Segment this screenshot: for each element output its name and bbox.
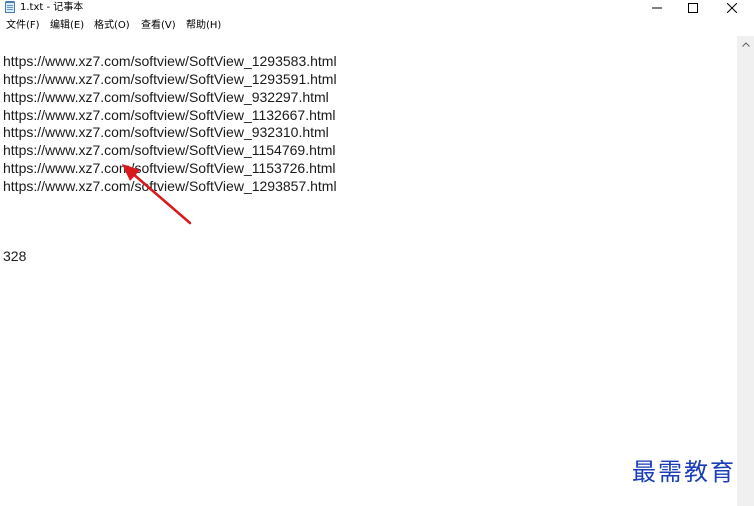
close-icon — [727, 3, 737, 13]
text-line: https://www.xz7.com/softview/SoftView_12… — [3, 53, 337, 69]
menu-view[interactable]: 查看(V) — [141, 19, 176, 33]
watermark-logo: 最需教育 — [632, 458, 736, 486]
notepad-icon — [5, 1, 15, 13]
window-title: 1.txt - 记事本 — [20, 2, 84, 13]
count-text: 328 — [3, 248, 27, 264]
maximize-icon — [688, 3, 698, 13]
text-line: https://www.xz7.com/softview/SoftView_11… — [3, 107, 336, 123]
red-arrow-annotation — [122, 164, 192, 225]
minimize-icon — [652, 7, 662, 9]
vertical-scrollbar[interactable] — [737, 36, 754, 506]
menu-help[interactable]: 帮助(H) — [186, 19, 221, 33]
text-line: https://www.xz7.com/softview/SoftView_12… — [3, 71, 337, 87]
notepad-window: 1.txt - 记事本 文件(F) 编辑(E) 格式(O) 查看(V) 帮助(H… — [0, 0, 754, 506]
text-line: https://www.xz7.com/softview/SoftView_93… — [3, 89, 329, 105]
text-line: https://www.xz7.com/softview/SoftView_93… — [3, 124, 329, 140]
minimize-button[interactable] — [639, 0, 675, 16]
title-bar[interactable]: 1.txt - 记事本 — [0, 0, 754, 16]
menu-edit[interactable]: 编辑(E) — [50, 19, 84, 33]
arrow-shaft — [130, 171, 192, 225]
chevron-up-icon — [741, 42, 750, 47]
scroll-up-button[interactable] — [737, 36, 754, 53]
menu-file[interactable]: 文件(F) — [6, 19, 40, 33]
menu-format[interactable]: 格式(O) — [94, 19, 130, 33]
menu-bar: 文件(F) 编辑(E) 格式(O) 查看(V) 帮助(H) — [0, 17, 754, 35]
close-button[interactable] — [714, 0, 750, 16]
maximize-button[interactable] — [675, 0, 711, 16]
text-editor[interactable]: https://www.xz7.com/softview/SoftView_12… — [0, 36, 736, 506]
